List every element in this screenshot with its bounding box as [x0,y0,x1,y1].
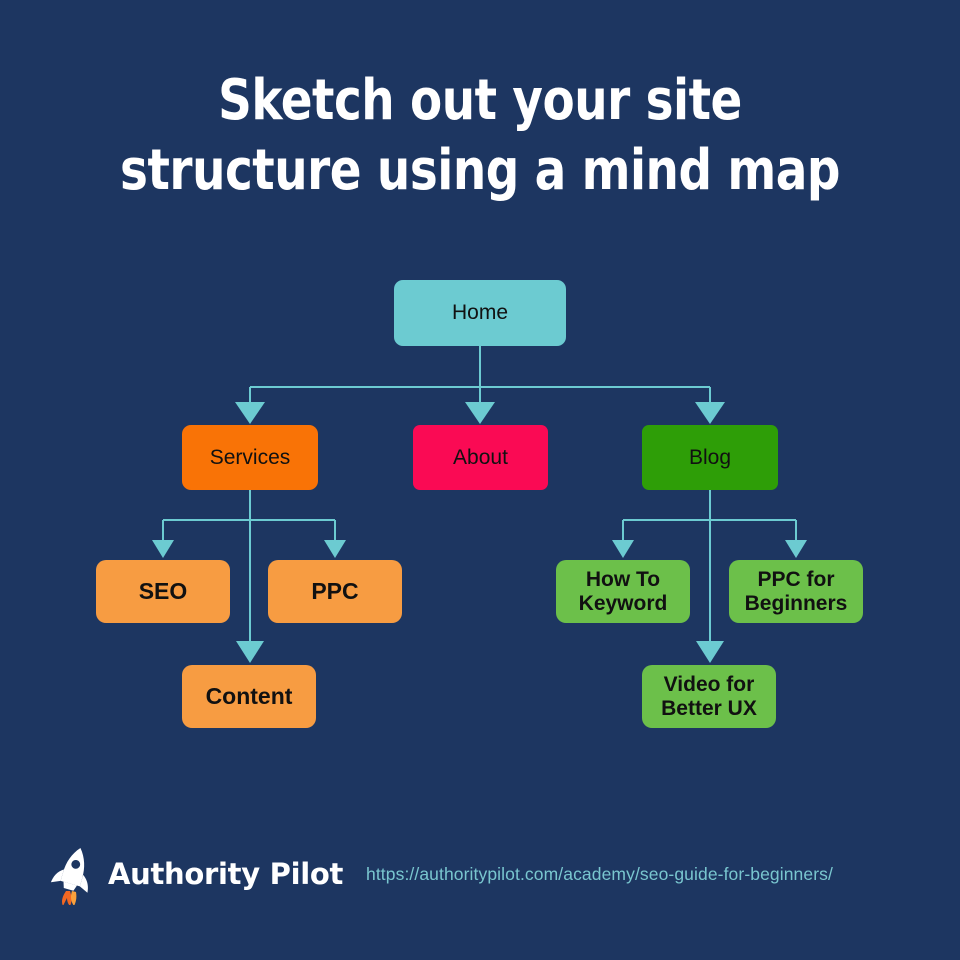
node-services[interactable]: Services [182,425,318,490]
node-content-label: Content [205,682,293,709]
node-ppc-for-beginners-line1: PPC for [757,567,835,591]
node-ppc-for-beginners-label: PPC for Beginners [745,568,848,615]
node-home-label: Home [451,301,509,325]
arrowhead-services [235,402,265,424]
arrowhead-ppc [324,540,346,558]
node-seo-label: SEO [138,577,188,604]
node-blog-label: Blog [688,445,732,469]
brand-name: Authority Pilot [108,857,344,891]
arrowhead-ppc-for-beginners [785,540,807,558]
node-ppc-for-beginners[interactable]: PPC for Beginners [729,560,863,623]
infographic-canvas: Sketch out your site structure using a m… [0,0,960,960]
node-home[interactable]: Home [394,280,566,346]
node-how-to-keyword-line1: How To [585,567,661,591]
mind-map-diagram: Home Services About Blog SEO PPC Content… [0,0,960,960]
node-how-to-keyword[interactable]: How To Keyword [556,560,690,623]
arrowhead-content [236,641,264,663]
node-ppc-label: PPC [311,577,359,604]
node-about[interactable]: About [413,425,548,490]
node-about-label: About [453,445,508,469]
node-content[interactable]: Content [182,665,316,728]
arrowhead-how-to-keyword [612,540,634,558]
arrowhead-about [465,402,495,424]
arrowhead-seo [152,540,174,558]
footer-url[interactable]: https://authoritypilot.com/academy/seo-g… [366,864,833,885]
brand-logo: Authority Pilot [50,843,343,905]
node-how-to-keyword-label: How To Keyword [579,568,668,615]
arrowhead-video-for-better-ux [696,641,724,663]
node-blog[interactable]: Blog [642,425,778,490]
node-seo[interactable]: SEO [96,560,230,623]
node-ppc[interactable]: PPC [268,560,402,623]
node-ppc-for-beginners-line2: Beginners [744,591,848,615]
node-video-for-better-ux[interactable]: Video for Better UX [642,665,776,728]
node-video-for-better-ux-label: Video for Better UX [661,673,757,720]
node-how-to-keyword-line2: Keyword [578,591,668,615]
node-video-for-better-ux-line2: Better UX [661,696,757,720]
arrowhead-blog [695,402,725,424]
rocket-icon [50,848,88,905]
node-video-for-better-ux-line1: Video for [663,672,755,696]
node-services-label: Services [209,445,291,469]
